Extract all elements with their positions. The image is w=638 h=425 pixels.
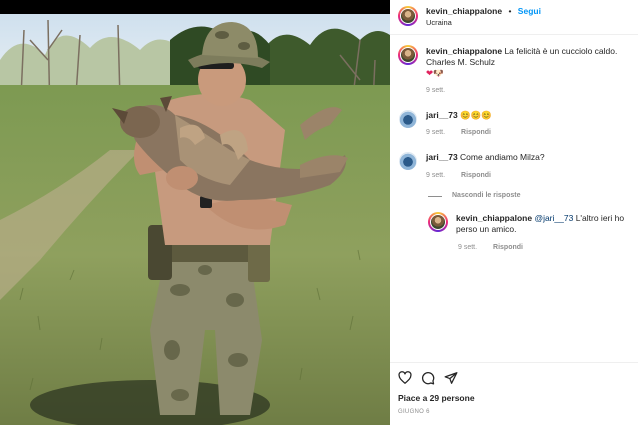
- comment-avatar[interactable]: [399, 110, 417, 128]
- reply-time: 9 sett.: [458, 244, 478, 251]
- caption-avatar[interactable]: [398, 45, 418, 65]
- caption-username[interactable]: kevin_chiappalone: [426, 46, 502, 56]
- comment-meta: 9 sett. Rispondi: [426, 172, 491, 179]
- comments-panel: kevin_chiappalone • Segui Ucraina kevin_…: [390, 0, 638, 425]
- hide-replies-button[interactable]: Nascondi le risposte: [452, 192, 520, 199]
- actions-divider: [390, 362, 638, 363]
- post-photo[interactable]: [0, 0, 390, 425]
- follow-button[interactable]: Segui: [518, 6, 541, 16]
- comment-username[interactable]: jari__73: [426, 152, 458, 162]
- author-username[interactable]: kevin_chiappalone: [426, 6, 502, 16]
- header-divider: [390, 34, 638, 35]
- reply-button[interactable]: Rispondi: [493, 244, 523, 251]
- heart-icon[interactable]: [398, 371, 412, 385]
- comment-text-block: jari__73 Come andiamo Milza?: [426, 152, 545, 163]
- caption-emoji: ❤🐶: [426, 68, 444, 78]
- reply-button[interactable]: Rispondi: [461, 129, 491, 136]
- comment-time: 9 sett.: [426, 172, 446, 179]
- comment-avatar[interactable]: [399, 152, 417, 170]
- reply-avatar[interactable]: [428, 212, 448, 232]
- author-avatar-image: [400, 8, 416, 24]
- comment-meta: 9 sett. Rispondi: [426, 129, 491, 136]
- photo-soldier-holding-puppy: [0, 0, 390, 425]
- comment-username[interactable]: jari__73: [426, 110, 458, 120]
- comment-text: 😊😊😊: [460, 110, 492, 120]
- comment-text: Come andiamo Milza?: [460, 152, 545, 162]
- reply-text-block: kevin_chiappalone @jari__73 L'altro ieri…: [456, 213, 636, 235]
- reply-meta: 9 sett. Rispondi: [458, 244, 523, 251]
- caption-avatar-image: [400, 47, 416, 63]
- reply-avatar-image: [430, 214, 446, 230]
- post-date: GIUGNO 6: [398, 409, 430, 415]
- reply-mention[interactable]: @jari__73: [534, 213, 573, 223]
- comment-time: 9 sett.: [426, 129, 446, 136]
- caption-text-block: kevin_chiappalone La felicità è un cucci…: [426, 46, 634, 68]
- instagram-post-view: kevin_chiappalone • Segui Ucraina kevin_…: [0, 0, 638, 425]
- hide-replies-line: [428, 196, 442, 197]
- reply-username[interactable]: kevin_chiappalone: [456, 213, 532, 223]
- post-location[interactable]: Ucraina: [426, 17, 452, 28]
- reply-button[interactable]: Rispondi: [461, 172, 491, 179]
- comment-text-block: jari__73 😊😊😊: [426, 110, 492, 121]
- comment-icon[interactable]: [421, 371, 435, 385]
- share-icon[interactable]: [444, 371, 458, 385]
- author-avatar[interactable]: [398, 6, 418, 26]
- likes-count[interactable]: Piace a 29 persone: [398, 393, 475, 404]
- caption-time: 9 sett.: [426, 87, 446, 94]
- post-header-line: kevin_chiappalone • Segui: [426, 6, 541, 17]
- header-separator: •: [508, 6, 512, 16]
